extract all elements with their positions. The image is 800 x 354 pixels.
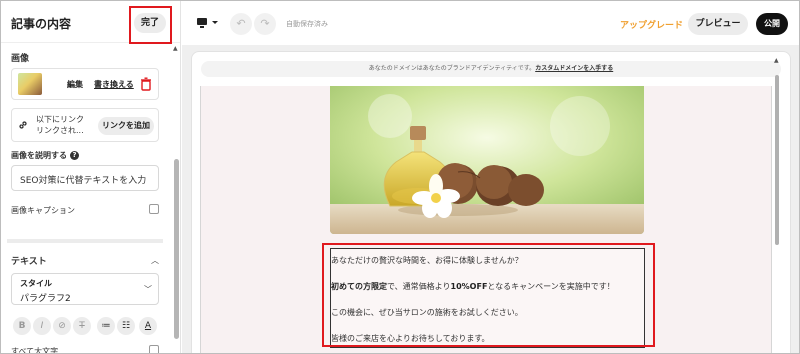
numbered-list-button[interactable]: ☷ [117,317,135,335]
allcaps-label: すべて大文字 [11,347,59,354]
text-section-label: テキスト [11,257,47,267]
caption-checkbox[interactable] [149,204,159,214]
autosave-status: 自動保存済み [286,20,328,28]
custom-domain-link[interactable]: カスタムドメインを入手する [535,65,613,72]
publish-button[interactable]: 公開 [756,13,788,35]
panel-scrollbar-thumb[interactable] [174,159,179,339]
desktop-icon[interactable] [196,17,220,29]
bullet-list-button[interactable]: ≔ [97,317,115,335]
image-row: 編集 書き換える [11,68,159,100]
format-toolbar: B I ⊘ T ≔ ☷ A [13,317,163,335]
image-section-label: 画像 [11,54,30,64]
link-icon [19,121,27,129]
text-block-highlight-box [322,243,655,347]
clear-format-button[interactable]: T [73,317,91,335]
replace-image-link[interactable]: 書き換える [94,79,134,90]
canvas-scrollbar-thumb[interactable] [775,75,779,245]
panel-title: 記事の内容 [11,17,72,31]
domain-notice-text: あなたのドメインはあなたのブランドアイデンティティです。 [368,65,536,72]
help-icon[interactable]: ? [70,151,79,160]
scroll-up-arrow[interactable]: ▲ [173,45,178,52]
add-link-button[interactable]: リンクを追加 [98,117,154,135]
domain-notice-bar: あなたのドメインはあなたのブランドアイデンティティです。カスタムドメインを入手す… [201,61,781,77]
section-divider [7,239,163,243]
chevron-down-icon: ﹀ [144,285,152,294]
redo-icon[interactable]: ↷ [254,13,276,35]
caption-label: 画像キャプション [11,206,75,215]
edit-image-link[interactable]: 編集 [67,79,83,90]
editor-window: 記事の内容 完了 画像 編集 書き換える 以下にリンク リンクされ... リンク… [0,0,800,354]
preview-button[interactable]: プレビュー [688,13,748,35]
image-thumbnail[interactable] [18,73,42,95]
link-row: 以下にリンク リンクされ... リンクを追加 [11,108,159,142]
content-panel: 記事の内容 完了 画像 編集 書き換える 以下にリンク リンクされ... リンク… [1,1,181,354]
done-highlight-box [129,6,172,44]
trash-icon[interactable] [140,77,152,91]
bold-button[interactable]: B [13,317,31,335]
top-toolbar: ↶ ↷ 自動保存済み アップグレード プレビュー 公開 [182,1,799,45]
alt-text-label-row: 画像を説明する? [11,150,79,161]
chevron-up-icon[interactable]: ︿ [151,255,159,266]
undo-icon[interactable]: ↶ [230,13,252,35]
link-status-text: 以下にリンク リンクされ... [36,115,84,135]
upgrade-link[interactable]: アップグレード [620,18,683,31]
alt-text-input[interactable]: SEO対策に代替テキストを入力 [11,165,159,191]
link-format-button[interactable]: ⊘ [53,317,71,335]
style-select[interactable]: スタイル パラグラフ2 ﹀ [11,273,159,305]
allcaps-checkbox[interactable] [149,345,159,353]
italic-button[interactable]: I [33,317,51,335]
style-value: パラグラフ2 [20,294,71,304]
canvas-scroll-up-arrow[interactable]: ▲ [774,57,779,64]
text-color-button[interactable]: A [139,317,157,335]
alt-text-label: 画像を説明する [11,151,67,160]
style-label: スタイル [20,279,52,288]
hero-image[interactable] [330,86,644,234]
